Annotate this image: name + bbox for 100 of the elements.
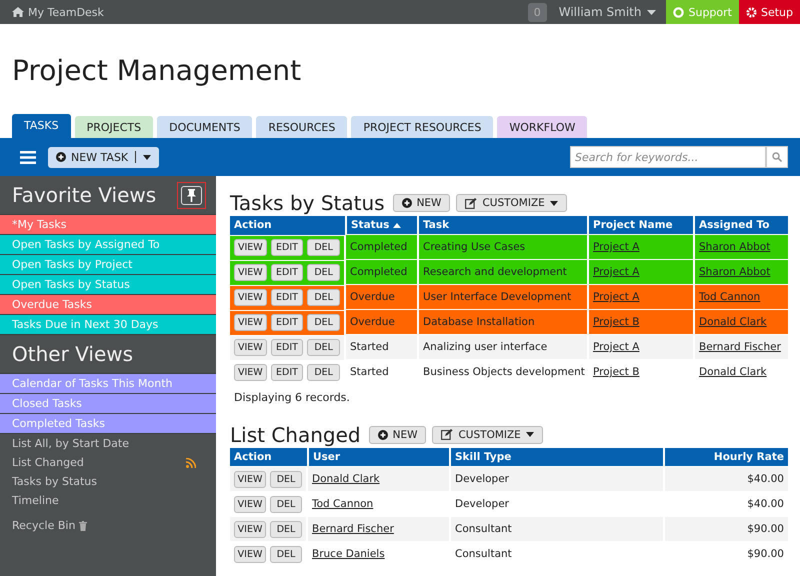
- link[interactable]: Bruce Daniels: [312, 548, 385, 560]
- link[interactable]: Project B: [593, 316, 640, 328]
- search-field[interactable]: Search for keywords...: [570, 146, 766, 168]
- column-header[interactable]: User: [308, 448, 450, 466]
- row-action-button[interactable]: DEL: [307, 339, 340, 356]
- customize-button[interactable]: CUSTOMIZE: [432, 426, 543, 444]
- row-action-button[interactable]: VIEW: [234, 546, 266, 562]
- row-action-button[interactable]: VIEW: [234, 520, 266, 538]
- table-cell: Database Installation: [423, 316, 535, 328]
- row-action-button[interactable]: DEL: [270, 470, 302, 488]
- view-item[interactable]: List Changed: [12, 453, 84, 472]
- table-cell: Overdue: [350, 316, 395, 328]
- tab[interactable]: PROJECT RESOURCES: [351, 116, 494, 138]
- tab[interactable]: DOCUMENTS: [157, 116, 252, 138]
- row-action-button[interactable]: EDIT: [270, 339, 304, 356]
- row-action-button[interactable]: EDIT: [270, 264, 304, 281]
- edit-icon: [441, 429, 454, 440]
- section-title: Tasks by Status: [230, 191, 385, 215]
- rss-icon[interactable]: [186, 458, 196, 468]
- plus-circle-icon: [56, 152, 66, 162]
- edit-icon: [465, 198, 478, 208]
- column-header: Action: [230, 448, 308, 466]
- view-item[interactable]: List All, by Start Date: [12, 434, 130, 453]
- tab[interactable]: WORKFLOW: [497, 116, 588, 138]
- row-action-button[interactable]: VIEW: [234, 496, 266, 512]
- tab[interactable]: PROJECTS: [74, 116, 154, 138]
- table-cell: User Interface Development: [423, 291, 572, 303]
- table-cell: $90.00: [747, 548, 784, 560]
- view-item[interactable]: Timeline: [12, 491, 59, 510]
- row-action-button[interactable]: DEL: [270, 520, 302, 538]
- view-item[interactable]: Tasks by Status: [12, 472, 98, 491]
- table-cell: Started: [350, 341, 389, 353]
- search-icon: [772, 152, 782, 162]
- home-link[interactable]: My TeamDesk: [0, 6, 104, 18]
- tab[interactable]: TASKS: [12, 114, 71, 138]
- search-button[interactable]: [766, 146, 788, 168]
- row-action-button[interactable]: VIEW: [234, 364, 267, 381]
- row-action-button[interactable]: EDIT: [270, 364, 304, 381]
- column-header[interactable]: Hourly Rate: [664, 448, 788, 466]
- plus-circle-icon: [402, 198, 412, 208]
- row-action-button[interactable]: VIEW: [234, 289, 267, 306]
- link[interactable]: Donald Clark: [699, 316, 767, 328]
- recycle-bin-link[interactable]: Recycle Bin: [12, 516, 76, 535]
- user-menu[interactable]: William Smith: [558, 5, 656, 19]
- section-title: List Changed: [230, 422, 361, 446]
- row-action-button[interactable]: DEL: [307, 289, 340, 306]
- pin-button[interactable]: [177, 182, 206, 208]
- new-task-button[interactable]: NEW TASK: [48, 146, 160, 168]
- link[interactable]: Project A: [593, 241, 640, 253]
- column-header[interactable]: Project Name: [588, 216, 694, 234]
- column-header[interactable]: Skill Type: [450, 448, 664, 466]
- caret-icon: [647, 10, 656, 14]
- row-action-button[interactable]: DEL: [270, 546, 302, 562]
- row-action-button[interactable]: EDIT: [270, 314, 304, 331]
- table-cell: Research and development: [423, 266, 567, 278]
- row-action-button[interactable]: VIEW: [234, 339, 267, 356]
- home-icon: [12, 7, 24, 17]
- table-cell: Started: [350, 366, 389, 378]
- link[interactable]: Donald Clark: [699, 366, 767, 378]
- table-cell: Business Objects development: [423, 366, 585, 378]
- plus-circle-icon: [378, 430, 388, 440]
- customize-button[interactable]: CUSTOMIZE: [456, 194, 567, 212]
- pushpin-icon: [181, 186, 202, 204]
- column-header[interactable]: Assigned To: [694, 216, 788, 234]
- column-header[interactable]: Task: [418, 216, 588, 234]
- link[interactable]: Project B: [593, 366, 640, 378]
- row-action-button[interactable]: VIEW: [234, 264, 267, 281]
- trash-icon: [79, 520, 88, 530]
- link[interactable]: Bernard Fischer: [312, 522, 394, 534]
- row-action-button[interactable]: VIEW: [234, 239, 267, 256]
- caret-icon: [550, 200, 558, 206]
- new-button[interactable]: NEW: [392, 194, 450, 212]
- row-action-button[interactable]: EDIT: [270, 289, 304, 306]
- table-cell: $90.00: [747, 522, 784, 534]
- link[interactable]: Tod Cannon: [312, 498, 374, 510]
- table-cell: Consultant: [455, 548, 512, 560]
- row-action-button[interactable]: DEL: [307, 264, 340, 281]
- row-action-button[interactable]: DEL: [307, 314, 340, 331]
- caret-icon: [143, 154, 152, 160]
- setup-button[interactable]: Setup: [738, 0, 800, 24]
- link[interactable]: Project A: [593, 291, 640, 303]
- row-action-button[interactable]: DEL: [270, 496, 302, 512]
- tab[interactable]: RESOURCES: [256, 116, 348, 138]
- menu-icon[interactable]: [20, 150, 36, 164]
- row-action-button[interactable]: VIEW: [234, 314, 267, 331]
- row-action-button[interactable]: DEL: [307, 239, 340, 256]
- link[interactable]: Project A: [593, 341, 640, 353]
- row-action-button[interactable]: DEL: [307, 364, 340, 381]
- link[interactable]: Tod Cannon: [699, 291, 760, 303]
- link[interactable]: Bernard Fischer: [699, 341, 781, 353]
- column-header[interactable]: Status: [346, 216, 418, 234]
- new-button[interactable]: NEW: [368, 426, 426, 444]
- link[interactable]: Donald Clark: [312, 472, 380, 484]
- row-action-button[interactable]: EDIT: [270, 239, 304, 256]
- link[interactable]: Sharon Abbot: [699, 266, 770, 278]
- link[interactable]: Project A: [593, 266, 640, 278]
- link[interactable]: Sharon Abbot: [699, 241, 770, 253]
- table-cell: Completed: [350, 241, 408, 253]
- row-action-button[interactable]: VIEW: [234, 470, 266, 488]
- page-title: Project Management: [12, 54, 302, 89]
